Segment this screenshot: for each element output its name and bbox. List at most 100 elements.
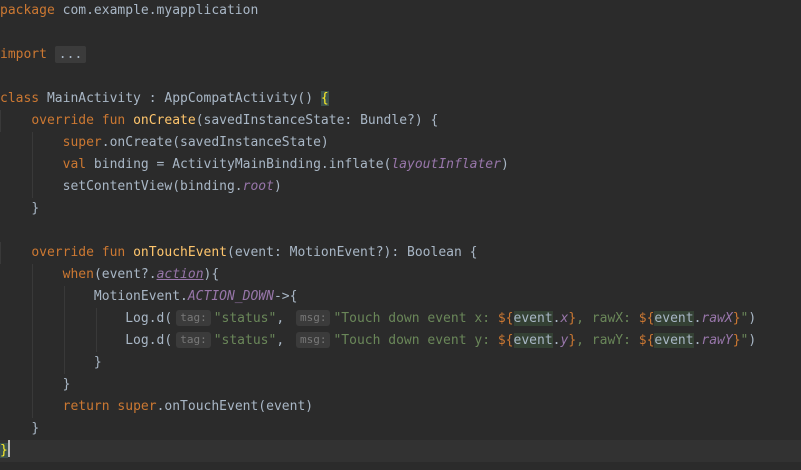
code-line: package com.example.myapplication	[0, 0, 801, 22]
code-line: }	[0, 418, 801, 440]
template-close: }	[568, 311, 577, 326]
code-line: return super.onTouchEvent(event)	[0, 396, 801, 418]
current-code-line: }	[0, 440, 801, 462]
layout-inflater-property: layoutInflater	[391, 157, 501, 172]
super-call: .onCreate(savedInstanceState)	[101, 135, 329, 150]
string-literal: "Touch down event x:	[333, 311, 498, 326]
code-line: class MainActivity : AppCompatActivity()…	[0, 88, 801, 110]
code-line: MotionEvent.ACTION_DOWN->{	[0, 286, 801, 308]
keyword-val: val	[62, 157, 87, 172]
indent-guide	[64, 286, 65, 308]
indent-guide	[64, 308, 65, 330]
indent-guide	[32, 352, 33, 374]
indent-guide	[64, 330, 65, 352]
function-name-oncreate: onCreate	[133, 113, 196, 128]
import-fold-toggle[interactable]: ...	[54, 46, 87, 63]
indent-guide	[32, 132, 33, 154]
function-name-ontouchevent: onTouchEvent	[133, 245, 227, 260]
keyword-package: package	[0, 3, 55, 18]
indent-guide	[96, 330, 97, 352]
close-brace: }	[62, 377, 71, 392]
string-literal: "status"	[213, 311, 277, 326]
class-declaration: MainActivity : AppCompatActivity()	[39, 91, 321, 106]
action-property: action	[156, 267, 204, 282]
keyword-import: import	[0, 47, 47, 62]
indent-guide	[32, 330, 33, 352]
string-literal: "Touch down event y:	[333, 333, 498, 348]
code-line: override fun onTouchEvent(event: MotionE…	[0, 242, 801, 264]
parameter-hint-tag: tag:	[176, 310, 211, 326]
indent-guide	[0, 110, 1, 132]
comma: ,	[276, 311, 292, 326]
template-close: }	[732, 311, 741, 326]
action-down-constant: ACTION_DOWN	[187, 289, 274, 304]
keyword-return: return	[62, 399, 110, 414]
template-open: ${	[497, 333, 514, 348]
close-paren: )	[748, 333, 757, 348]
close-paren: )	[273, 179, 282, 194]
string-literal: , rawX:	[576, 311, 639, 326]
event-reference: event	[513, 333, 553, 348]
package-name: com.example.myapplication	[54, 3, 259, 18]
return-expression: .onTouchEvent(event)	[156, 399, 314, 414]
when-subject: (event?.	[93, 267, 157, 282]
close-brace: }	[31, 421, 40, 436]
close-brace: }	[93, 355, 102, 370]
property-rawx: rawX	[701, 311, 733, 326]
template-close: }	[732, 333, 741, 348]
indent-guide	[32, 396, 33, 418]
code-line: when(event?.action){	[0, 264, 801, 286]
when-branch-arrow: ->{	[273, 289, 298, 304]
code-line: }	[0, 352, 801, 374]
code-line: }	[0, 374, 801, 396]
when-open-brace: ){	[203, 267, 220, 282]
template-open: ${	[638, 311, 655, 326]
keyword-super: super	[62, 135, 102, 150]
parameter-hint-tag: tag:	[176, 332, 211, 348]
keyword-super: super	[117, 399, 157, 414]
keyword-fun: fun	[101, 113, 126, 128]
text-caret	[7, 440, 10, 457]
matched-brace: {	[320, 91, 329, 106]
close-paren: )	[748, 311, 757, 326]
root-property: root	[242, 179, 274, 194]
code-editor[interactable]: package com.example.myapplication import…	[0, 0, 801, 470]
code-line: Log.d(tag: "status", msg: "Touch down even…	[0, 308, 801, 330]
parameter-hint-msg: msg:	[295, 332, 331, 348]
keyword-fun: fun	[101, 245, 126, 260]
comma: ,	[276, 333, 292, 348]
template-open: ${	[638, 333, 655, 348]
indent-guide	[32, 374, 33, 396]
binding-declaration: binding = ActivityMainBinding.inflate(	[86, 157, 392, 172]
string-literal: "status"	[213, 333, 277, 348]
indent-guide	[32, 286, 33, 308]
keyword-when: when	[62, 267, 94, 282]
property-rawy: rawY	[701, 333, 733, 348]
template-close: }	[568, 333, 577, 348]
set-content-call: setContentView(binding.	[62, 179, 243, 194]
indent-guide	[32, 176, 33, 198]
keyword-class: class	[0, 91, 40, 106]
indent-guide	[32, 308, 33, 330]
indent-guide	[64, 352, 65, 374]
motion-event-class: MotionEvent.	[93, 289, 188, 304]
keyword-override: override	[31, 245, 94, 260]
code-line: Log.d(tag: "status", msg: "Touch down even…	[0, 330, 801, 352]
log-call: Log.d(	[125, 333, 173, 348]
close-paren: )	[500, 157, 509, 172]
code-line: super.onCreate(savedInstanceState)	[0, 132, 801, 154]
keyword-override: override	[31, 113, 94, 128]
code-line: import ...	[0, 44, 801, 66]
indent-guide	[32, 154, 33, 176]
function-params: (event: MotionEvent?): Boolean {	[227, 245, 478, 260]
close-brace: }	[31, 201, 40, 216]
matched-brace: }	[0, 443, 8, 458]
indent-guide	[32, 264, 33, 286]
function-params: (savedInstanceState: Bundle?) {	[195, 113, 439, 128]
code-line: override fun onCreate(savedInstanceState…	[0, 110, 801, 132]
event-reference: event	[654, 333, 694, 348]
indent-guide	[96, 308, 97, 330]
